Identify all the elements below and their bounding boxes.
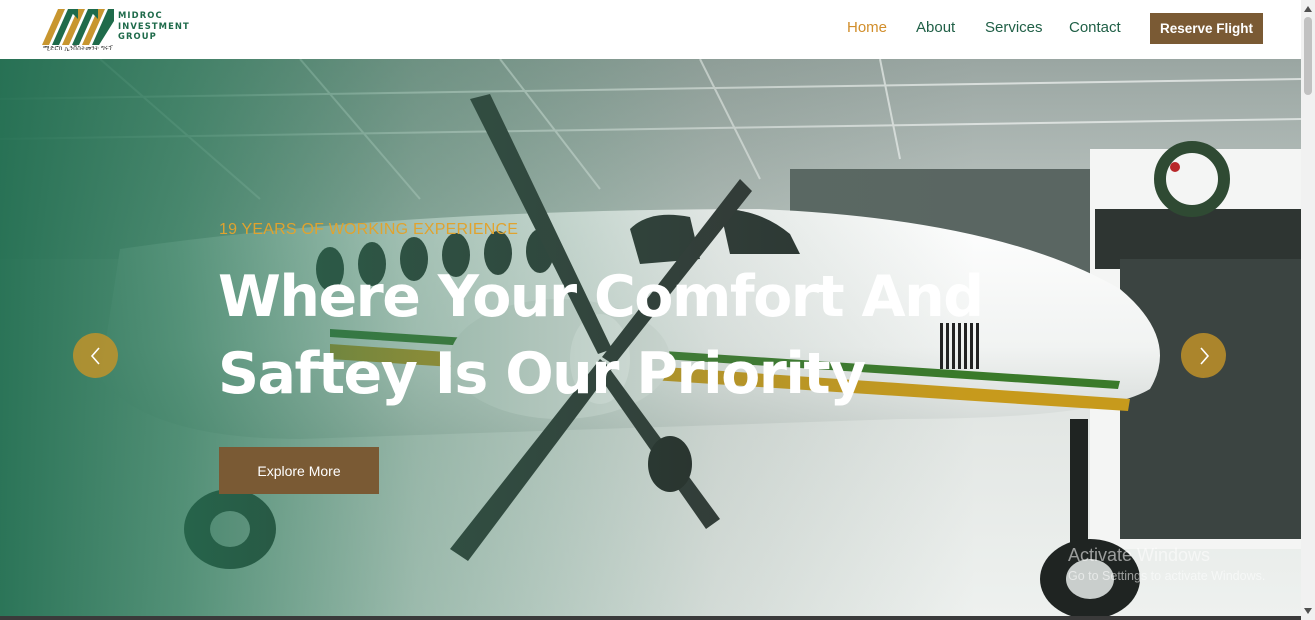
main-nav: Home About Services Contact Reserve Flig… — [0, 0, 1301, 59]
chevron-left-icon — [90, 346, 100, 365]
site-header: MIDROC INVESTMENT GROUP ሚድሮክ ኢንቨስትመንት ግሩ… — [0, 0, 1301, 59]
hero-headline-line-1: Where Your Comfort And — [218, 264, 984, 330]
nav-services[interactable]: Services — [985, 19, 1043, 36]
nav-contact[interactable]: Contact — [1069, 19, 1121, 36]
hero-headline: Where Your Comfort And Saftey Is Our Pri… — [218, 259, 1078, 413]
explore-more-button[interactable]: Explore More — [219, 447, 379, 494]
windows-activation-watermark: Activate Windows Go to Settings to activ… — [1068, 545, 1265, 583]
scroll-down-arrow-icon[interactable] — [1301, 604, 1315, 618]
hero-eyebrow: 19 YEARS OF WORKING EXPERIENCE — [219, 221, 519, 238]
taskbar-edge — [0, 616, 1301, 620]
reserve-flight-button[interactable]: Reserve Flight — [1150, 13, 1263, 44]
carousel-next-button[interactable] — [1181, 333, 1226, 378]
scrollbar-thumb[interactable] — [1304, 17, 1312, 95]
scroll-up-arrow-icon[interactable] — [1301, 2, 1315, 16]
hero-content: 19 YEARS OF WORKING EXPERIENCE Where You… — [0, 59, 1301, 616]
nav-home[interactable]: Home — [847, 19, 887, 36]
page-scrollbar[interactable] — [1301, 0, 1315, 620]
watermark-subtitle: Go to Settings to activate Windows. — [1068, 569, 1266, 583]
watermark-title: Activate Windows — [1068, 545, 1211, 565]
chevron-right-icon — [1199, 346, 1209, 365]
nav-about[interactable]: About — [916, 19, 955, 36]
hero-carousel: 19 YEARS OF WORKING EXPERIENCE Where You… — [0, 59, 1301, 616]
hero-headline-line-2: Saftey Is Our Priority — [218, 341, 866, 407]
carousel-prev-button[interactable] — [73, 333, 118, 378]
